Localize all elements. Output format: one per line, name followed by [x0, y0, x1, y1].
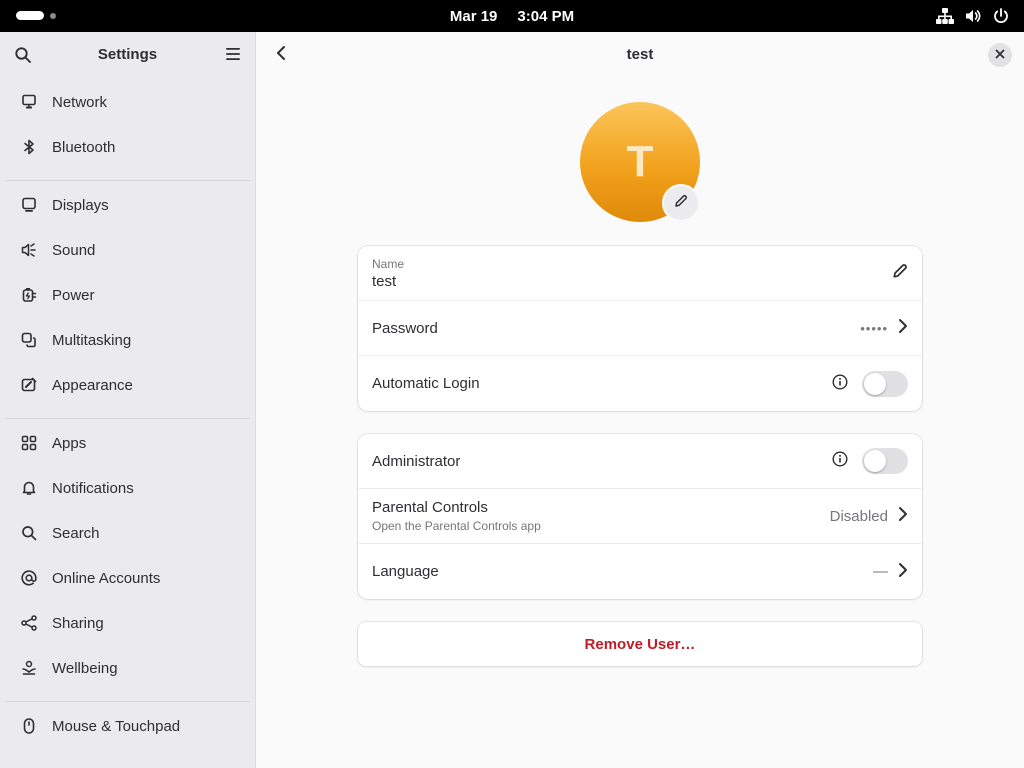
name-caption: Name	[372, 256, 405, 271]
account-card: Name test Password ••••• Automatic Login	[358, 246, 922, 411]
password-row[interactable]: Password •••••	[358, 301, 922, 356]
sidebar-item-label: Sound	[52, 241, 96, 259]
sidebar-item-label: Network	[52, 93, 108, 111]
automatic-login-toggle[interactable]	[862, 370, 908, 397]
sidebar-item-notifications[interactable]: Notifications	[6, 468, 250, 508]
automatic-login-row: Automatic Login	[358, 356, 922, 411]
administrator-label: Administrator	[372, 452, 461, 470]
name-row: Name test	[358, 246, 922, 301]
automatic-login-label: Automatic Login	[372, 375, 480, 392]
settings-sidebar: Settings Network Bluetooth Displays Soun…	[0, 32, 256, 768]
close-icon	[995, 46, 1005, 64]
sidebar-header: Settings	[0, 32, 255, 78]
sidebar-item-mouse-touchpad[interactable]: Mouse & Touchpad	[6, 706, 250, 746]
pencil-icon	[674, 194, 688, 213]
sidebar-item-label: Multitasking	[52, 331, 132, 349]
administrator-row: Administrator	[358, 434, 922, 489]
power-icon	[992, 7, 1010, 25]
sidebar-item-power[interactable]: Power	[6, 275, 250, 315]
sidebar-title: Settings	[97, 46, 158, 63]
name-field: Name test	[372, 257, 892, 290]
sidebar-item-label: Power	[52, 286, 95, 304]
search-icon	[20, 524, 38, 542]
system-tray[interactable]	[936, 7, 1010, 25]
edit-avatar-button[interactable]	[662, 184, 700, 222]
language-value: —	[873, 563, 888, 580]
volume-icon	[964, 7, 982, 25]
edit-name-button[interactable]	[892, 263, 908, 283]
sidebar-item-multitasking[interactable]: Multitasking	[6, 320, 250, 360]
chevron-right-icon	[898, 318, 908, 338]
network-icon	[20, 93, 38, 111]
parental-controls-subtitle: Open the Parental Controls app	[372, 519, 541, 533]
parental-controls-status: Disabled	[829, 507, 888, 525]
sidebar-item-label: Bluetooth	[52, 138, 116, 156]
sidebar-item-label: Wellbeing	[52, 659, 118, 677]
appearance-icon	[20, 376, 38, 394]
remove-user-label: Remove User…	[584, 635, 696, 653]
avatar-initial: T	[626, 137, 654, 186]
info-icon[interactable]	[832, 451, 848, 471]
sidebar-item-appearance[interactable]: Appearance	[6, 365, 250, 405]
user-details-panel: test T Name test Password ••••• Automati…	[256, 32, 1024, 768]
sidebar-divider	[6, 180, 250, 181]
share-icon	[20, 614, 38, 632]
sidebar-item-wellbeing[interactable]: Wellbeing	[6, 648, 250, 688]
page-title: test	[626, 46, 654, 63]
bluetooth-icon	[20, 138, 38, 156]
sidebar-item-network[interactable]: Network	[6, 82, 250, 122]
sidebar-item-label: Apps	[52, 434, 87, 452]
sidebar-item-search[interactable]: Search	[6, 513, 250, 553]
password-mask: •••••	[860, 320, 888, 336]
hamburger-menu-icon[interactable]	[225, 47, 241, 66]
wired-network-icon	[936, 7, 954, 25]
sidebar-item-sound[interactable]: Sound	[6, 230, 250, 270]
display-icon	[20, 196, 38, 214]
clock[interactable]: Mar 19 3:04 PM	[0, 0, 1024, 32]
chevron-right-icon	[898, 562, 908, 582]
info-icon[interactable]	[832, 373, 848, 394]
chevron-right-icon	[898, 506, 908, 526]
sidebar-item-label: Mouse & Touchpad	[52, 717, 181, 735]
apps-grid-icon	[20, 434, 38, 452]
sidebar-item-label: Search	[52, 524, 100, 542]
administrator-toggle[interactable]	[862, 448, 908, 474]
parental-controls-row[interactable]: Parental Controls Open the Parental Cont…	[358, 489, 922, 544]
clock-time: 3:04 PM	[517, 7, 575, 25]
clock-date: Mar 19	[449, 7, 498, 25]
name-value: test	[372, 272, 397, 290]
at-sign-icon	[20, 569, 38, 587]
close-button[interactable]	[988, 43, 1012, 67]
multitasking-icon	[20, 331, 38, 349]
parental-controls-label: Parental Controls	[372, 499, 488, 516]
sidebar-divider	[6, 701, 250, 702]
sidebar-item-label: Displays	[52, 196, 109, 214]
mouse-icon	[20, 717, 38, 735]
bell-icon	[20, 479, 38, 497]
password-label: Password	[372, 319, 438, 337]
language-row[interactable]: Language —	[358, 544, 922, 599]
remove-user-button[interactable]: Remove User…	[358, 622, 922, 666]
sidebar-divider	[6, 418, 250, 419]
sidebar-item-online-accounts[interactable]: Online Accounts	[6, 558, 250, 598]
power-plug-icon	[20, 286, 38, 304]
sidebar-item-label: Sharing	[52, 614, 104, 632]
sidebar-item-sharing[interactable]: Sharing	[6, 603, 250, 643]
pencil-icon	[892, 263, 908, 283]
user-settings-card: Administrator Parental Controls Open the…	[358, 434, 922, 599]
language-label: Language	[372, 563, 439, 580]
sidebar-item-label: Online Accounts	[52, 569, 161, 587]
top-bar: Mar 19 3:04 PM	[0, 0, 1024, 32]
sidebar-item-label: Notifications	[52, 479, 134, 497]
sound-icon	[20, 241, 38, 259]
sidebar-item-label: Appearance	[52, 376, 133, 394]
sidebar-item-bluetooth[interactable]: Bluetooth	[6, 127, 250, 167]
sidebar-item-displays[interactable]: Displays	[6, 185, 250, 225]
wellbeing-icon	[20, 659, 38, 677]
sidebar-item-apps[interactable]: Apps	[6, 423, 250, 463]
